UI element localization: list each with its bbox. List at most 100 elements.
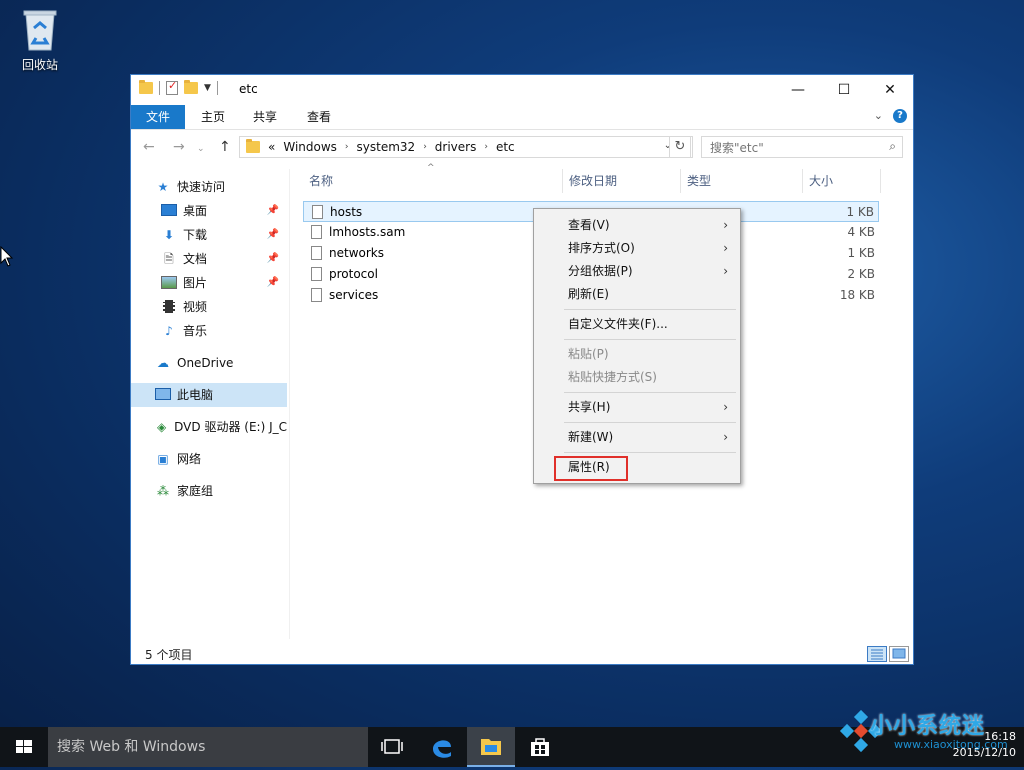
new-folder-icon[interactable] <box>184 80 198 94</box>
start-button[interactable] <box>0 727 48 767</box>
menu-item-paste: 粘贴(P) <box>536 343 738 366</box>
status-bar: 5 个项目 <box>131 643 913 665</box>
column-header-type[interactable]: 类型 <box>681 169 803 193</box>
forward-arrow-icon[interactable]: → <box>173 139 185 155</box>
nav-network[interactable]: ▣ 网络 <box>131 447 287 471</box>
nav-documents[interactable]: 🗎 文档 📌 <box>131 247 287 271</box>
details-view-icon[interactable] <box>867 646 887 662</box>
file-name: hosts <box>330 205 363 219</box>
watermark-text: 小小系统迷 <box>870 714 986 739</box>
up-arrow-icon[interactable]: ↑ <box>219 139 231 155</box>
tab-home[interactable]: 主页 <box>193 105 233 129</box>
ribbon: 文件 主页 共享 查看 ⌄ ? <box>131 105 913 130</box>
help-icon[interactable]: ? <box>893 109 907 123</box>
task-view-button[interactable] <box>368 727 416 767</box>
address-bar[interactable]: « Windows › system32 › drivers › etc ⌄ <box>239 136 693 158</box>
customize-toolbar-icon[interactable]: ▼ <box>204 83 211 93</box>
nav-label: 图片 <box>183 276 208 290</box>
menu-item-share[interactable]: 共享(H) › <box>536 396 738 419</box>
properties-icon[interactable] <box>166 79 178 95</box>
nav-label: DVD 驱动器 (E:) J_C <box>174 420 287 434</box>
chevron-right-icon: › <box>723 430 728 444</box>
chevron-right-icon: › <box>723 241 728 255</box>
menu-item-label: 分组依据(P) <box>568 264 633 278</box>
picture-icon <box>161 276 177 290</box>
back-arrow-icon[interactable]: ← <box>143 139 155 155</box>
chevron-right-icon: › <box>723 218 728 232</box>
recent-locations-icon[interactable]: ⌄ <box>197 144 205 154</box>
nav-pictures[interactable]: 图片 📌 <box>131 271 287 295</box>
menu-item-customize-folder[interactable]: 自定义文件夹(F)... <box>536 313 738 336</box>
document-icon: 🗎 <box>164 252 174 266</box>
download-icon: ⬇ <box>163 228 175 242</box>
nav-this-pc[interactable]: 此电脑 <box>131 383 287 407</box>
search-box[interactable]: ⌕ <box>701 136 903 158</box>
search-input[interactable] <box>708 138 882 158</box>
mouse-cursor-icon <box>0 246 14 267</box>
breadcrumb-overflow[interactable]: « <box>268 140 275 154</box>
network-icon: ▣ <box>157 452 169 466</box>
file-name: services <box>329 288 379 302</box>
file-explorer-button[interactable] <box>467 727 515 767</box>
chevron-right-icon: › <box>723 400 728 414</box>
menu-item-sort-by[interactable]: 排序方式(O) › <box>536 237 738 260</box>
expand-ribbon-icon[interactable]: ⌄ <box>874 109 883 122</box>
breadcrumb-item[interactable]: system32 <box>357 140 416 154</box>
music-icon: ♪ <box>165 324 173 338</box>
breadcrumb-item[interactable]: Windows <box>283 140 337 154</box>
menu-item-label: 排序方式(O) <box>568 241 635 255</box>
breadcrumb-item[interactable]: drivers <box>435 140 477 154</box>
column-header-name[interactable]: 名称 <box>303 169 563 193</box>
nav-desktop[interactable]: 桌面 📌 <box>131 199 287 223</box>
maximize-button[interactable]: ☐ <box>821 75 867 105</box>
file-explorer-icon <box>481 739 501 755</box>
tab-file[interactable]: 文件 <box>131 105 185 129</box>
edge-button[interactable] <box>418 727 466 767</box>
divider <box>216 81 218 95</box>
close-button[interactable]: ✕ <box>867 75 913 105</box>
nav-onedrive[interactable]: ☁ OneDrive <box>131 351 287 375</box>
menu-item-new[interactable]: 新建(W) › <box>536 426 738 449</box>
tab-view[interactable]: 查看 <box>299 105 339 129</box>
menu-item-paste-shortcut: 粘贴快捷方式(S) <box>536 366 738 389</box>
refresh-button[interactable]: ↻ <box>669 136 691 158</box>
nav-homegroup[interactable]: ⁂ 家庭组 <box>131 479 287 503</box>
file-size: 4 KB <box>847 225 875 239</box>
pin-icon[interactable]: 📌 <box>267 271 279 295</box>
menu-item-refresh[interactable]: 刷新(E) <box>536 283 738 306</box>
menu-item-view[interactable]: 查看(V) › <box>536 214 738 237</box>
edge-icon <box>433 740 451 758</box>
annotation-highlight-box <box>554 456 628 481</box>
column-header-modified[interactable]: 修改日期 <box>563 169 681 193</box>
item-count: 5 个项目 <box>145 648 193 662</box>
menu-item-label: 共享(H) <box>568 400 611 414</box>
pin-icon[interactable]: 📌 <box>267 199 279 223</box>
divider <box>159 81 160 95</box>
nav-dvd-drive[interactable]: ◈ DVD 驱动器 (E:) J_C <box>131 415 287 439</box>
tab-share[interactable]: 共享 <box>245 105 285 129</box>
nav-videos[interactable]: 视频 <box>131 295 287 319</box>
column-header-size[interactable]: 大小 <box>803 169 881 193</box>
pin-icon[interactable]: 📌 <box>267 223 279 247</box>
taskbar-search-box[interactable]: 搜索 Web 和 Windows <box>48 727 368 767</box>
nav-downloads[interactable]: ⬇ 下载 📌 <box>131 223 287 247</box>
pin-icon[interactable]: 📌 <box>267 247 279 271</box>
menu-item-label: 自定义文件夹(F)... <box>568 317 668 331</box>
nav-label: 桌面 <box>183 204 208 218</box>
nav-label: 快速访问 <box>177 180 226 194</box>
nav-label: 音乐 <box>183 324 208 338</box>
chevron-right-icon[interactable]: › <box>484 142 488 152</box>
minimize-button[interactable]: — <box>775 75 821 105</box>
recycle-bin-shortcut[interactable]: 回收站 <box>8 8 72 73</box>
nav-quick-access[interactable]: ★ 快速访问 <box>131 175 287 199</box>
chevron-right-icon[interactable]: › <box>423 142 427 152</box>
breadcrumb-item[interactable]: etc <box>496 140 515 154</box>
site-watermark: 小小系统迷 www.xiaoxitong.com <box>830 708 1020 766</box>
search-icon[interactable]: ⌕ <box>889 139 896 154</box>
chevron-right-icon[interactable]: › <box>345 142 349 152</box>
menu-item-group-by[interactable]: 分组依据(P) › <box>536 260 738 283</box>
large-icons-view-icon[interactable] <box>889 646 909 662</box>
store-button[interactable] <box>516 727 564 767</box>
nav-music[interactable]: ♪ 音乐 <box>131 319 287 343</box>
star-icon: ★ <box>157 180 169 194</box>
